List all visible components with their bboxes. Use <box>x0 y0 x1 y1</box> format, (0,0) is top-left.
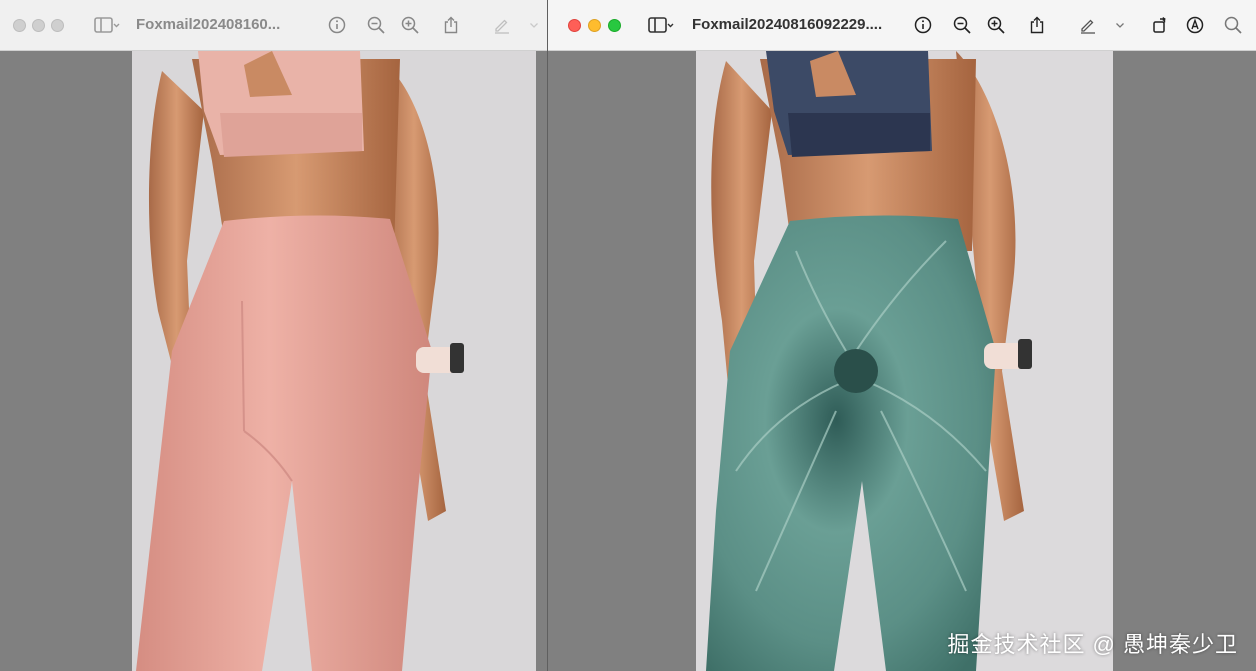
info-button[interactable] <box>326 14 348 36</box>
search-icon <box>1224 16 1242 34</box>
minimize-window-button[interactable] <box>588 19 601 32</box>
minimize-window-button[interactable] <box>32 19 45 32</box>
zoom-in-icon <box>987 16 1005 34</box>
markup-button[interactable] <box>491 14 513 36</box>
preview-window-right: Foxmail20240816092229.... <box>547 0 1256 671</box>
zoom-in-button[interactable] <box>985 14 1007 36</box>
markup-pen-icon <box>495 19 509 34</box>
sidebar-toggle-icon <box>94 17 120 33</box>
search-button[interactable] <box>1222 14 1244 36</box>
preview-window-left: Foxmail202408160... <box>0 0 547 671</box>
info-icon <box>328 16 346 34</box>
title-bar: Foxmail202408160... <box>0 0 547 51</box>
chevron-down-icon <box>530 23 538 28</box>
sidebar-toggle-button[interactable] <box>90 14 124 36</box>
title-bar: Foxmail20240816092229.... <box>548 0 1256 51</box>
zoom-out-icon <box>367 16 385 34</box>
leggings-photo <box>696 51 1113 671</box>
chevron-down-icon <box>1116 23 1124 28</box>
zoom-window-button[interactable] <box>608 19 621 32</box>
share-button[interactable] <box>1026 14 1048 36</box>
document-canvas[interactable] <box>0 51 547 671</box>
zoom-out-icon <box>953 16 971 34</box>
zoom-in-button[interactable] <box>399 14 421 36</box>
sidebar-toggle-icon <box>648 17 674 33</box>
sidebar-toggle-button[interactable] <box>644 14 678 36</box>
document-image <box>696 51 1113 671</box>
markup-button[interactable] <box>1077 14 1099 36</box>
zoom-window-button[interactable] <box>51 19 64 32</box>
document-title: Foxmail202408160... <box>136 16 281 33</box>
share-icon <box>444 16 458 34</box>
leggings-photo <box>132 51 536 671</box>
annotate-icon <box>1186 16 1204 34</box>
markup-menu-button[interactable] <box>528 14 540 36</box>
zoom-out-button[interactable] <box>951 14 973 36</box>
annotate-button[interactable] <box>1184 14 1206 36</box>
zoom-in-icon <box>401 16 419 34</box>
zoom-out-button[interactable] <box>365 14 387 36</box>
info-icon <box>914 16 932 34</box>
watermark: 掘金技术社区 @ 愚坤秦少卫 <box>947 632 1238 657</box>
close-window-button[interactable] <box>13 19 26 32</box>
document-canvas[interactable] <box>548 51 1256 671</box>
share-button[interactable] <box>440 14 462 36</box>
document-image <box>132 51 536 671</box>
share-icon <box>1030 16 1044 34</box>
close-window-button[interactable] <box>568 19 581 32</box>
document-title: Foxmail20240816092229.... <box>692 16 883 33</box>
markup-pen-icon <box>1081 19 1095 34</box>
rotate-button[interactable] <box>1149 14 1171 36</box>
info-button[interactable] <box>912 14 934 36</box>
rotate-icon <box>1153 17 1166 33</box>
markup-menu-button[interactable] <box>1114 14 1126 36</box>
